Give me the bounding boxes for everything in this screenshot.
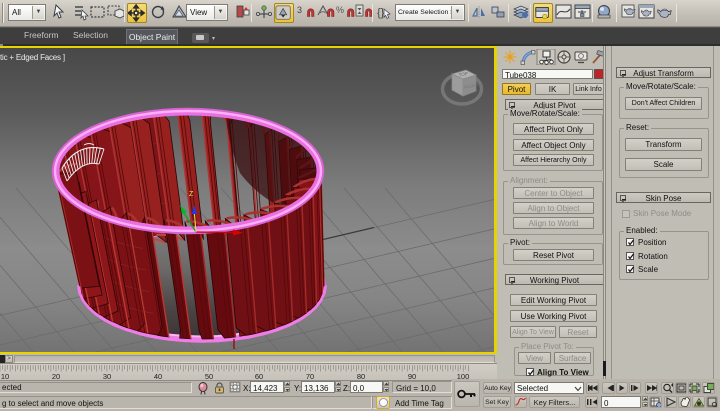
svg-text:40: 40 bbox=[154, 372, 162, 381]
svg-text:80: 80 bbox=[357, 372, 365, 381]
svg-text:90: 90 bbox=[408, 372, 416, 381]
svg-text:Z: Z bbox=[189, 191, 194, 198]
svg-text:%: % bbox=[336, 5, 344, 15]
svg-text:60: 60 bbox=[255, 372, 263, 381]
svg-text:20: 20 bbox=[52, 372, 60, 381]
svg-text:50: 50 bbox=[205, 372, 213, 381]
svg-text:70: 70 bbox=[306, 372, 314, 381]
svg-text:30: 30 bbox=[103, 372, 111, 381]
svg-text:{}: {} bbox=[377, 7, 385, 19]
svg-text:3: 3 bbox=[297, 5, 302, 15]
svg-text:10: 10 bbox=[1, 372, 9, 381]
